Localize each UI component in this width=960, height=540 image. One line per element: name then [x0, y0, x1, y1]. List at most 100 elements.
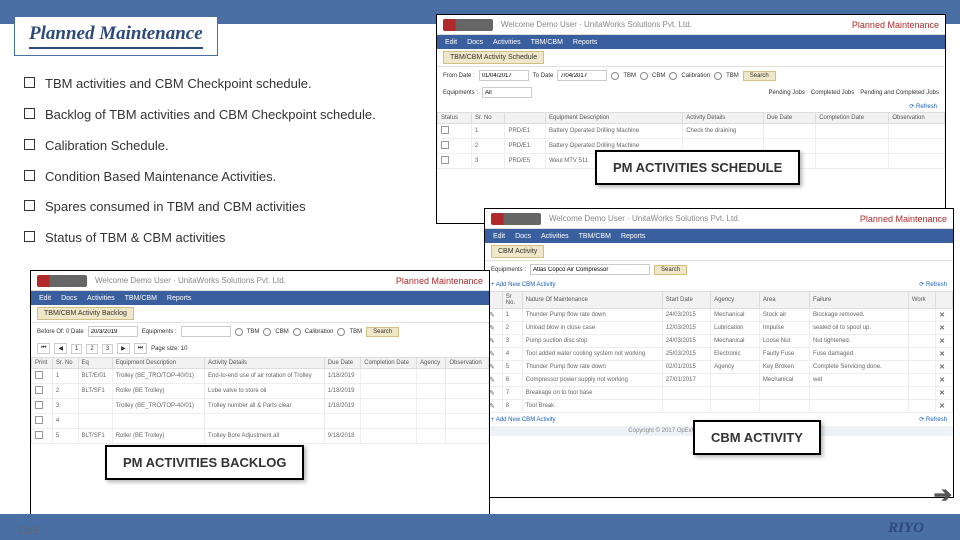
footer-left: OpE: [18, 525, 40, 537]
pager-btn[interactable]: 1: [71, 344, 82, 354]
refresh-link[interactable]: ⟳ Refresh: [919, 416, 947, 423]
bottom-band: [0, 514, 960, 540]
radio-icon[interactable]: [263, 328, 271, 336]
search-button[interactable]: Search: [654, 265, 687, 275]
tab-bar: TBM/CBM Activity Schedule: [437, 49, 945, 67]
screenshot-schedule: Welcome Demo User · UnitaWorks Solutions…: [436, 14, 946, 224]
checkbox-icon[interactable]: [35, 431, 43, 439]
radio-icon[interactable]: [235, 328, 243, 336]
from-date-input[interactable]: [479, 70, 529, 81]
callout-schedule: PM ACTIVITIES SCHEDULE: [595, 150, 800, 185]
add-link[interactable]: + Add New CBM Activity: [491, 282, 556, 288]
checkbox-icon[interactable]: [441, 126, 449, 134]
backlog-table: Print Sr. No Eq Equipment Description Ac…: [31, 357, 489, 444]
status-input[interactable]: [482, 87, 532, 98]
table-row: ✎7Breakage on to tool base✕: [486, 387, 953, 400]
eq-input[interactable]: [530, 264, 650, 275]
search-button[interactable]: Search: [366, 327, 399, 337]
pager-btn[interactable]: 2: [86, 344, 97, 354]
type-opt: TBM: [623, 73, 636, 79]
radio-icon[interactable]: [714, 72, 722, 80]
next-arrow-icon[interactable]: ➔: [934, 482, 952, 508]
tab-bar: TBM/CBM Activity Backlog: [31, 305, 489, 323]
module-title: Planned Maintenance: [396, 276, 483, 286]
checkbox-icon[interactable]: [35, 371, 43, 379]
delete-icon[interactable]: ✕: [936, 322, 953, 335]
delete-icon[interactable]: ✕: [936, 335, 953, 348]
nav-item[interactable]: Reports: [573, 39, 598, 46]
app-header: Welcome Demo User · UnitaWorks Solutions…: [31, 271, 489, 291]
delete-icon[interactable]: ✕: [936, 348, 953, 361]
legend: Pending Jobs Completed Jobs Pending and …: [769, 90, 939, 96]
col: Sr. No: [52, 358, 78, 369]
pager-btn[interactable]: 3: [102, 344, 113, 354]
nav-item[interactable]: TBM/CBM: [579, 233, 611, 240]
active-tab[interactable]: TBM/CBM Activity Schedule: [443, 51, 544, 64]
radio-icon[interactable]: [293, 328, 301, 336]
nav-item[interactable]: TBM/CBM: [125, 295, 157, 302]
nav-item[interactable]: Edit: [445, 39, 457, 46]
checkbox-icon[interactable]: [441, 156, 449, 164]
to-date-input[interactable]: [557, 70, 607, 81]
active-tab[interactable]: TBM/CBM Activity Backlog: [37, 307, 134, 320]
pager-btn[interactable]: ▶: [117, 343, 130, 354]
checkbox-icon[interactable]: [35, 416, 43, 424]
delete-icon[interactable]: ✕: [936, 361, 953, 374]
nav-item[interactable]: Edit: [39, 295, 51, 302]
search-button[interactable]: Search: [743, 71, 776, 81]
filter-row: Equipments : Search: [485, 261, 953, 278]
table-row: 4: [32, 414, 489, 429]
before-input[interactable]: [88, 326, 138, 337]
active-tab[interactable]: CBM Activity: [491, 245, 544, 258]
delete-icon[interactable]: ✕: [936, 309, 953, 322]
refresh-link[interactable]: ⟳ Refresh: [909, 103, 937, 110]
checkbox-icon[interactable]: [35, 386, 43, 394]
pager-btn[interactable]: ⏭: [134, 343, 147, 354]
eq-label: Equipments :: [142, 329, 177, 335]
radio-icon[interactable]: [640, 72, 648, 80]
col: Equipment Description: [112, 358, 204, 369]
radio-icon[interactable]: [669, 72, 677, 80]
add-link[interactable]: + Add New CBM Activity: [491, 417, 556, 423]
nav-item[interactable]: Docs: [515, 233, 531, 240]
type-opt: CBM: [652, 73, 665, 79]
nav-item[interactable]: Activities: [493, 39, 521, 46]
pager-btn[interactable]: ⏮: [37, 343, 50, 354]
nav-item[interactable]: Docs: [61, 295, 77, 302]
checkbox-icon[interactable]: [35, 401, 43, 409]
radio-icon[interactable]: [337, 328, 345, 336]
nav-item[interactable]: Docs: [467, 39, 483, 46]
pager-btn[interactable]: ◀: [54, 343, 67, 354]
table-row: ✎3Pump suction disc stop24/03/2015Mechan…: [486, 335, 953, 348]
radio-icon[interactable]: [611, 72, 619, 80]
table-header-row: Print Sr. No Eq Equipment Description Ac…: [32, 358, 489, 369]
title-box: Planned Maintenance: [14, 16, 218, 56]
module-title: Planned Maintenance: [852, 20, 939, 30]
bullet-text: Calibration Schedule.: [45, 137, 169, 156]
table-row: ✎4Tool added water cooling system not wo…: [486, 348, 953, 361]
filter-row: Before Of: 0 Date Equipments : TBM CBM C…: [31, 323, 489, 340]
bullet-icon: [24, 200, 35, 211]
col: Status: [438, 113, 472, 124]
refresh-link[interactable]: ⟳ Refresh: [919, 281, 947, 288]
nav-item[interactable]: Edit: [493, 233, 505, 240]
checkbox-icon[interactable]: [441, 141, 449, 149]
bullet-icon: [24, 108, 35, 119]
col: Nature Of Maintenance: [522, 292, 662, 309]
col: Eq: [78, 358, 112, 369]
delete-icon[interactable]: ✕: [936, 374, 953, 387]
logo-icon: [37, 275, 87, 287]
delete-icon[interactable]: ✕: [936, 387, 953, 400]
table-row: ✎6Compressor power supply not working27/…: [486, 374, 953, 387]
legend-item: Pending and Completed Jobs: [860, 90, 939, 96]
table-row: ✎1Thunder Pump flow rate down24/03/2015M…: [486, 309, 953, 322]
nav-item[interactable]: Reports: [621, 233, 646, 240]
table-header-row: Status Sr. No Equipment Description Acti…: [438, 113, 945, 124]
delete-icon[interactable]: ✕: [936, 400, 953, 413]
nav-item[interactable]: Activities: [541, 233, 569, 240]
nav-item[interactable]: Activities: [87, 295, 115, 302]
type-opt: TBM: [726, 73, 739, 79]
nav-item[interactable]: TBM/CBM: [531, 39, 563, 46]
nav-item[interactable]: Reports: [167, 295, 192, 302]
eq-input[interactable]: [181, 326, 231, 337]
